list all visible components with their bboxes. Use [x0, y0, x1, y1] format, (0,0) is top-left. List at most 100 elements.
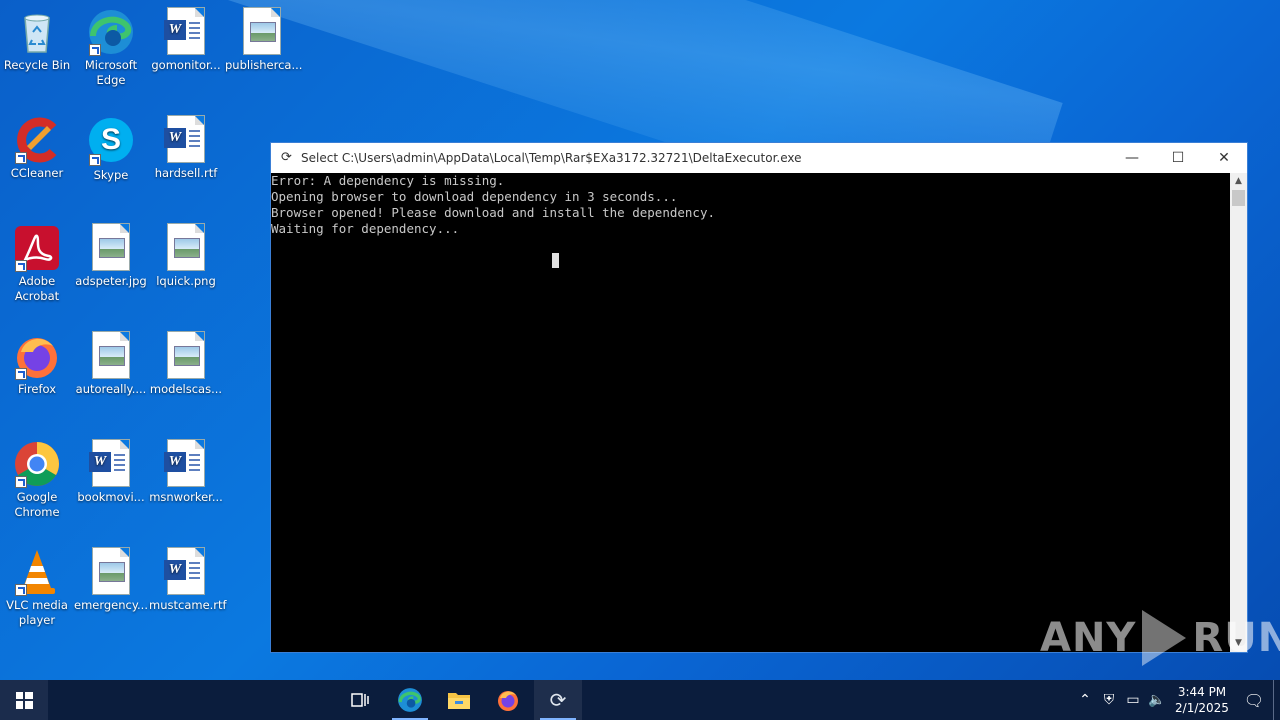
notification-icon[interactable]: 🗨	[1235, 691, 1273, 710]
image-file-icon	[238, 8, 286, 56]
image-file-icon	[87, 548, 135, 596]
icon-label: adspeter.jpg	[75, 274, 147, 288]
windows-logo-icon	[15, 691, 33, 709]
icon-label: autoreally....	[75, 382, 147, 396]
desktop-icon-skype[interactable]: S Skype	[74, 116, 148, 183]
icon-label: VLC media player	[6, 598, 68, 627]
icon-label: Microsoft Edge	[84, 58, 138, 87]
desktop-icon-adspeter[interactable]: adspeter.jpg	[74, 224, 148, 289]
image-file-icon	[87, 332, 135, 380]
scroll-thumb[interactable]	[1232, 190, 1245, 206]
image-file-icon	[162, 332, 210, 380]
taskbar: ⟳ ⌃ ⛨ ▭ 🔈 3:44 PM 2/1/2025 🗨	[0, 680, 1280, 720]
volume-icon[interactable]: 🔈	[1145, 692, 1169, 708]
task-view-icon	[351, 693, 369, 707]
console-line: Error: A dependency is missing.	[271, 173, 505, 188]
icon-label: lquick.png	[156, 274, 216, 288]
icon-label: msnworker...	[149, 490, 223, 504]
console-output[interactable]: Error: A dependency is missing. Opening …	[271, 173, 1231, 652]
clock-date: 2/1/2025	[1175, 701, 1229, 715]
skype-icon: S	[87, 118, 135, 166]
icon-label: Skype	[93, 168, 129, 182]
taskbar-file-explorer[interactable]	[435, 680, 483, 720]
desktop-icon-recycle-bin[interactable]: Recycle Bin	[0, 8, 74, 73]
desktop-icon-google-chrome[interactable]: Google Chrome	[0, 440, 74, 520]
icon-label: Firefox	[17, 382, 57, 396]
shortcut-arrow-icon	[15, 476, 27, 488]
task-view-button[interactable]	[336, 680, 384, 720]
taskbar-firefox[interactable]	[484, 680, 532, 720]
word-document-icon: W	[162, 440, 210, 488]
icon-label: Recycle Bin	[3, 58, 71, 72]
firefox-icon	[13, 332, 61, 380]
desktop-icon-bookmovi[interactable]: W bookmovi...	[74, 440, 148, 505]
recycle-bin-icon	[13, 8, 61, 56]
icon-label: Adobe Acrobat	[14, 274, 60, 303]
network-icon[interactable]: ▭	[1121, 692, 1145, 708]
desktop-icon-ccleaner[interactable]: CCleaner	[0, 116, 74, 181]
desktop-icon-adobe-acrobat[interactable]: Adobe Acrobat	[0, 224, 74, 304]
clock[interactable]: 3:44 PM 2/1/2025	[1173, 684, 1231, 716]
desktop-icon-modelscas[interactable]: modelscas...	[149, 332, 223, 397]
word-document-icon: W	[162, 548, 210, 596]
icon-label: bookmovi...	[77, 490, 145, 504]
taskbar-delta-executor[interactable]: ⟳	[534, 680, 582, 720]
edge-icon	[87, 8, 135, 56]
watermark-text-left: ANY	[1040, 615, 1137, 661]
text-cursor	[552, 253, 559, 268]
acrobat-icon	[13, 224, 61, 272]
image-file-icon	[162, 224, 210, 272]
desktop-icon-publisherca[interactable]: publisherca...	[225, 8, 303, 73]
edge-icon	[398, 688, 422, 712]
image-file-icon	[87, 224, 135, 272]
refresh-app-icon: ⟳	[281, 150, 292, 165]
icon-label: gomonitor...	[151, 58, 221, 72]
desktop-icon-firefox[interactable]: Firefox	[0, 332, 74, 397]
word-document-icon: W	[87, 440, 135, 488]
anyrun-watermark: ANY RUN	[1040, 610, 1280, 666]
security-icon[interactable]: ⛨	[1097, 692, 1121, 708]
desktop-icon-lquick[interactable]: lquick.png	[149, 224, 223, 289]
icon-label: Google Chrome	[14, 490, 60, 519]
console-window[interactable]: ⟳ Select C:\Users\admin\AppData\Local\Te…	[270, 142, 1248, 653]
shortcut-arrow-icon	[15, 260, 27, 272]
ccleaner-icon	[13, 116, 61, 164]
desktop-icon-autoreally[interactable]: autoreally....	[74, 332, 148, 397]
shortcut-arrow-icon	[89, 44, 101, 56]
desktop-icon-gomonitor[interactable]: W gomonitor...	[149, 8, 223, 73]
taskbar-edge[interactable]	[386, 680, 434, 720]
window-title: Select C:\Users\admin\AppData\Local\Temp…	[301, 151, 802, 165]
desktop-icon-hardsell[interactable]: W hardsell.rtf	[149, 116, 223, 181]
close-button[interactable]: ✕	[1201, 143, 1247, 173]
shortcut-arrow-icon	[15, 368, 27, 380]
watermark-text-right: RUN	[1192, 615, 1280, 661]
console-line: Opening browser to download dependency i…	[271, 189, 678, 204]
desktop-icon-msnworker[interactable]: W msnworker...	[149, 440, 223, 505]
console-line: Browser opened! Please download and inst…	[271, 205, 716, 220]
desktop-icon-emergency[interactable]: emergency...	[74, 548, 148, 613]
shortcut-arrow-icon	[89, 154, 101, 166]
firefox-icon	[498, 691, 518, 711]
word-document-icon: W	[162, 8, 210, 56]
desktop-icon-vlc[interactable]: VLC media player	[0, 548, 74, 628]
icon-label: publisherca...	[225, 58, 303, 72]
vertical-scrollbar[interactable]: ▲ ▼	[1230, 173, 1247, 652]
shortcut-arrow-icon	[15, 152, 27, 164]
folder-icon	[448, 693, 470, 709]
icon-label: mustcame.rtf	[149, 598, 227, 612]
desktop-icon-mustcame[interactable]: W mustcame.rtf	[149, 548, 227, 613]
start-button[interactable]	[0, 680, 48, 720]
scroll-up-icon[interactable]: ▲	[1230, 173, 1247, 190]
icon-label: emergency...	[74, 598, 148, 612]
system-tray: ⌃ ⛨ ▭ 🔈 3:44 PM 2/1/2025 🗨	[1073, 680, 1280, 720]
chevron-up-icon[interactable]: ⌃	[1073, 692, 1097, 708]
shortcut-arrow-icon	[15, 584, 27, 596]
show-desktop-button[interactable]	[1273, 680, 1280, 720]
window-titlebar[interactable]: ⟳ Select C:\Users\admin\AppData\Local\Te…	[271, 143, 1247, 173]
refresh-app-icon: ⟳	[549, 688, 567, 712]
desktop-icon-microsoft-edge[interactable]: Microsoft Edge	[74, 8, 148, 88]
maximize-button[interactable]: ☐	[1155, 143, 1201, 173]
play-icon	[1142, 610, 1187, 666]
minimize-button[interactable]: —	[1109, 143, 1155, 173]
console-line: Waiting for dependency...	[271, 221, 460, 236]
